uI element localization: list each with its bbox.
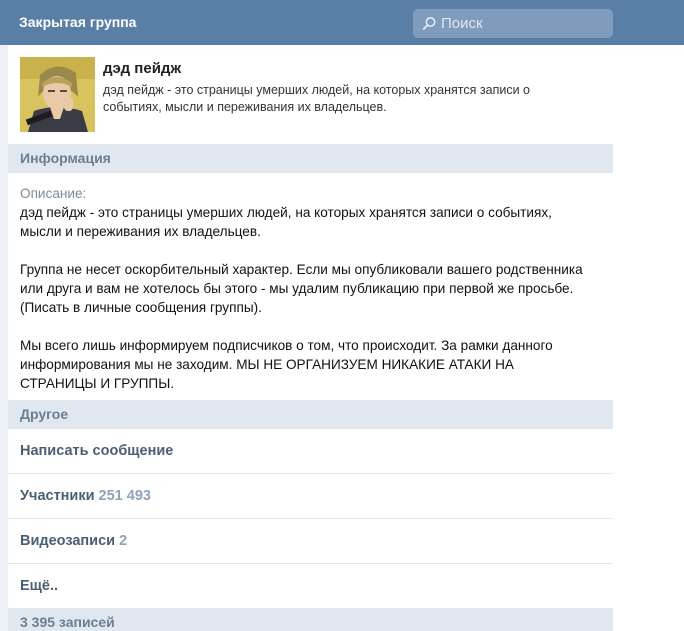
description-paragraph: Группа не несет оскорбительный характер.… <box>20 262 583 315</box>
members-label: Участники <box>20 488 95 504</box>
videos-label: Видеозаписи <box>20 533 116 549</box>
section-header-information: Информация <box>8 144 613 173</box>
top-bar: Закрытая группа Поиск <box>0 0 684 45</box>
group-short-description: дэд пейдж - это страницы умерших людей, … <box>103 83 530 114</box>
description-label: Описание: <box>20 186 87 201</box>
avatar-image <box>20 57 95 132</box>
write-message-label: Написать сообщение <box>20 443 174 459</box>
group-header: дэд пейдж дэд пейдж - это страницы умерш… <box>8 45 613 144</box>
members-link[interactable]: Участники 251 493 <box>8 474 613 519</box>
group-name: дэд пейдж <box>103 60 182 77</box>
group-avatar[interactable] <box>20 57 95 132</box>
members-count: 251 493 <box>98 488 151 504</box>
information-body: Описание: дэд пейдж - это страницы умерш… <box>20 184 590 412</box>
page-title: Закрытая группа <box>19 14 137 30</box>
more-label: Ещё.. <box>20 578 59 594</box>
videos-link[interactable]: Видеозаписи 2 <box>8 519 613 564</box>
write-message-link[interactable]: Написать сообщение <box>8 429 613 474</box>
search-input[interactable]: Поиск <box>413 9 613 38</box>
search-icon <box>422 17 436 30</box>
videos-count: 2 <box>119 533 128 549</box>
page-background-right <box>613 45 684 631</box>
group-info-panel: дэд пейдж дэд пейдж - это страницы умерш… <box>8 45 613 631</box>
section-header-posts: 3 395 записей <box>8 608 613 631</box>
more-link[interactable]: Ещё.. <box>8 564 613 609</box>
page-background-left <box>0 45 8 631</box>
description-paragraph: Мы всего лишь информируем подписчиков о … <box>20 338 553 391</box>
search-placeholder: Поиск <box>441 15 483 32</box>
section-header-other: Другое <box>8 400 613 429</box>
description-paragraph: дэд пейдж - это страницы умерших людей, … <box>20 205 552 239</box>
